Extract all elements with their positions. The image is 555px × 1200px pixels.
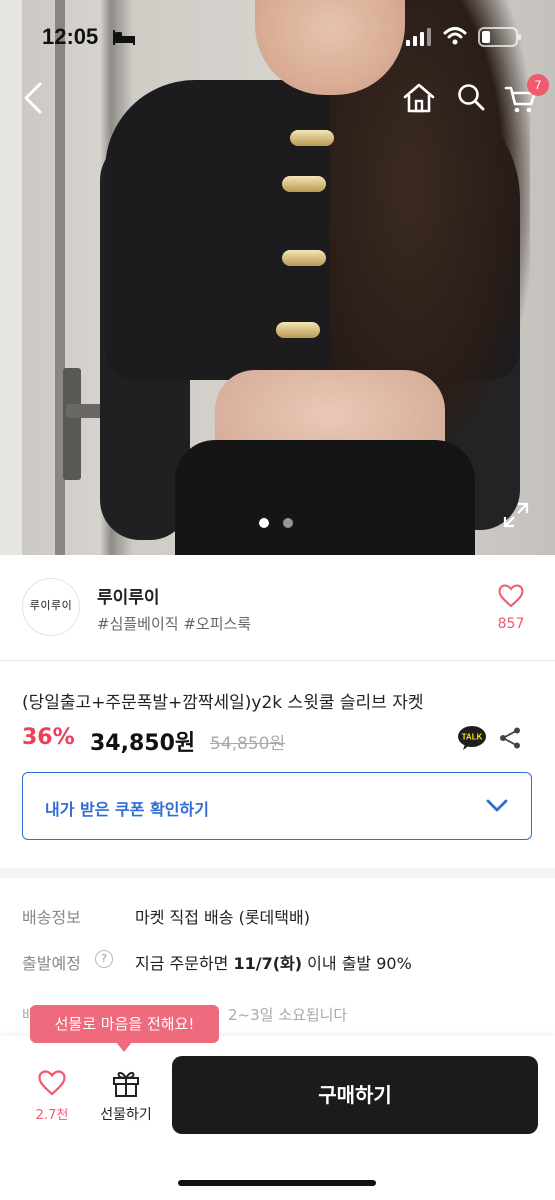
- image-clasp: [282, 250, 326, 266]
- heart-icon: [498, 584, 524, 608]
- image-wall: [0, 0, 22, 555]
- image-clasp: [290, 130, 334, 146]
- shop-tags: #심플베이직 #오피스룩: [97, 615, 252, 633]
- tooltip-arrow: [116, 1042, 132, 1052]
- back-icon[interactable]: [20, 80, 48, 116]
- gift-button[interactable]: 선물하기: [92, 1066, 160, 1124]
- product-like-button[interactable]: 2.7천: [26, 1066, 78, 1123]
- cart-count-badge: 7: [527, 74, 549, 96]
- coupon-label: 내가 받은 쿠폰 확인하기: [45, 800, 209, 819]
- status-time: 12:05: [42, 24, 99, 49]
- status-bar: 12:05: [0, 0, 555, 70]
- shop-logo-text: 루이루이: [29, 599, 73, 612]
- shop-logo[interactable]: 루이루이: [22, 578, 80, 636]
- wifi-icon: [443, 27, 467, 45]
- product-title: (당일출고+주문폭발+깜짝세일)y2k 스윗쿨 슬리브 자켓: [22, 693, 424, 713]
- expand-icon[interactable]: [503, 502, 529, 528]
- coupon-check-button[interactable]: 내가 받은 쿠폰 확인하기: [22, 772, 532, 840]
- bottom-action-bar: 2.7천 선물하기 구매하기: [0, 1036, 555, 1200]
- original-price: 54,850원: [210, 734, 286, 754]
- eta-label: 출발예정: [22, 954, 81, 973]
- kakao-talk-icon[interactable]: TALK: [457, 725, 487, 751]
- gift-tooltip[interactable]: 선물로 마음을 전해요!: [30, 1005, 219, 1043]
- gift-label: 선물하기: [100, 1107, 152, 1123]
- eta-prefix: 지금 주문하면: [135, 954, 234, 973]
- share-icon[interactable]: [498, 726, 522, 750]
- product-like-count: 2.7천: [35, 1108, 69, 1123]
- eta-value: 지금 주문하면 11/7(화) 이내 출발 90%: [135, 950, 412, 974]
- heart-icon: [38, 1070, 66, 1096]
- image-door-plate: [63, 368, 81, 480]
- shop-name[interactable]: 루이루이: [97, 583, 160, 608]
- section-divider: [0, 868, 555, 878]
- shipping-info-value: 마켓 직접 배송 (롯데택배): [135, 908, 310, 927]
- question-icon[interactable]: ?: [95, 950, 113, 968]
- battery-icon: [478, 27, 521, 47]
- home-indicator: [178, 1180, 376, 1186]
- discount-rate: 36%: [22, 725, 75, 750]
- shipping-info-label: 배송정보: [22, 908, 81, 927]
- pagination-dot[interactable]: [283, 518, 293, 528]
- sale-price: 34,850원: [90, 731, 196, 756]
- chevron-down-icon: [486, 799, 508, 812]
- pagination-dot-active[interactable]: [259, 518, 269, 528]
- search-icon[interactable]: [456, 82, 486, 112]
- eta-date: 11/7(화): [233, 954, 303, 973]
- buy-button[interactable]: 구매하기: [172, 1056, 538, 1134]
- cellular-signal-icon: [406, 28, 431, 46]
- shop-like-button[interactable]: 857: [490, 580, 532, 632]
- sleep-focus-icon: [113, 30, 135, 45]
- home-icon[interactable]: [402, 82, 436, 114]
- image-clasp: [276, 322, 320, 338]
- gift-icon: [113, 1071, 139, 1097]
- faded-text: 2~3일 소요됩니다: [228, 1006, 348, 1024]
- divider: [0, 660, 555, 661]
- eta-suffix: 이내 출발 90%: [302, 954, 412, 973]
- image-pagination: [259, 518, 293, 528]
- talk-icon-label: TALK: [462, 733, 483, 742]
- shop-like-count: 857: [497, 616, 525, 632]
- image-pants: [175, 440, 475, 555]
- image-clasp: [282, 176, 326, 192]
